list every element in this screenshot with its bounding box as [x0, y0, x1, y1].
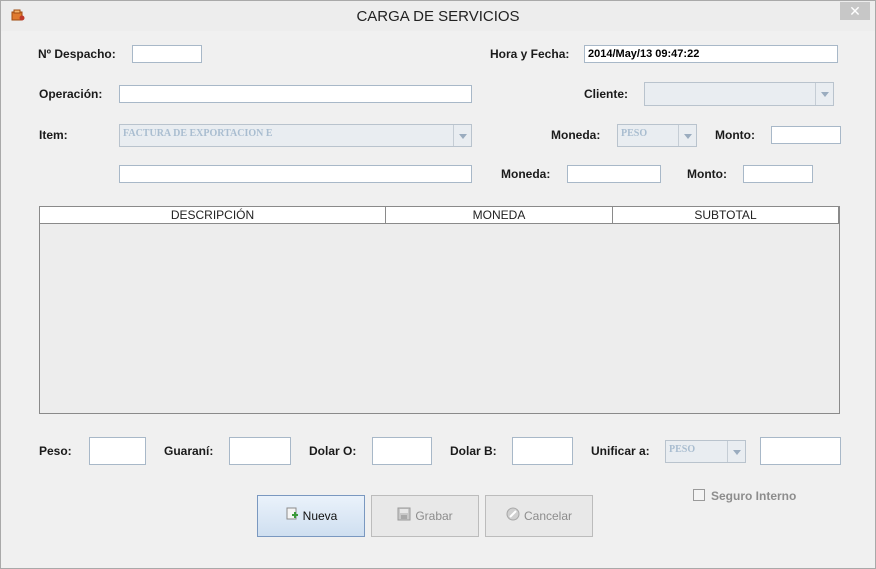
column-header-moneda[interactable]: MONEDA [386, 207, 613, 223]
moneda1-label: Moneda: [551, 128, 601, 142]
chevron-down-icon[interactable] [815, 83, 833, 105]
cliente-combo[interactable] [644, 82, 834, 106]
operacion-input[interactable] [119, 85, 472, 103]
monto2-input[interactable] [743, 165, 813, 183]
guarani-label: Guaraní: [164, 444, 214, 458]
item-combo[interactable]: FACTURA DE EXPORTACION E [119, 124, 472, 147]
unificar-label: Unificar a: [591, 444, 650, 458]
unificar-amount-input[interactable] [760, 437, 841, 465]
dolar-o-input[interactable] [372, 437, 432, 465]
column-header-subtotal[interactable]: SUBTOTAL [613, 207, 839, 223]
cliente-label: Cliente: [584, 87, 629, 101]
operacion-label: Operación: [39, 87, 103, 101]
unificar-combo-value: PESO [669, 444, 696, 455]
column-header-descripcion[interactable]: DESCRIPCIÓN [40, 207, 386, 223]
despacho-input[interactable] [132, 45, 202, 63]
dolar-o-label: Dolar O: [309, 444, 357, 458]
monto1-label: Monto: [715, 128, 755, 142]
dolar-b-input[interactable] [512, 437, 573, 465]
item-combo-value: FACTURA DE EXPORTACION E [123, 128, 273, 139]
servicios-table[interactable]: DESCRIPCIÓN MONEDA SUBTOTAL [39, 206, 840, 414]
moneda1-combo-value: PESO [621, 128, 648, 139]
grabar-label: Grabar [415, 509, 453, 523]
item-label: Item: [39, 128, 68, 142]
title-bar: CARGA DE SERVICIOS ✕ [1, 1, 875, 31]
extra-input[interactable] [119, 165, 472, 183]
guarani-input[interactable] [229, 437, 291, 465]
add-document-icon [285, 497, 299, 537]
window-title: CARGA DE SERVICIOS [356, 8, 520, 25]
peso-label: Peso: [39, 444, 72, 458]
close-button[interactable]: ✕ [840, 2, 870, 20]
nueva-button[interactable]: Nueva [257, 495, 365, 537]
grabar-button[interactable]: Grabar [371, 495, 479, 537]
save-icon [397, 497, 411, 537]
cancel-icon [506, 497, 520, 537]
seguro-interno-label: Seguro Interno [711, 489, 797, 503]
table-header: DESCRIPCIÓN MONEDA SUBTOTAL [40, 207, 839, 224]
chevron-down-icon[interactable] [678, 125, 696, 146]
chevron-down-icon[interactable] [453, 125, 471, 146]
moneda2-input[interactable] [567, 165, 661, 183]
nueva-label: Nueva [302, 509, 338, 523]
chevron-down-icon[interactable] [727, 441, 745, 462]
hora-fecha-label: Hora y Fecha: [490, 47, 570, 61]
dolar-b-label: Dolar B: [450, 444, 497, 458]
moneda1-combo[interactable]: PESO [617, 124, 697, 147]
despacho-label: Nº Despacho: [38, 47, 116, 61]
hora-fecha-input[interactable]: 2014/May/13 09:47:22 [584, 45, 838, 63]
monto1-input[interactable] [771, 126, 841, 144]
moneda2-label: Moneda: [501, 167, 551, 181]
cancelar-label: Cancelar [523, 509, 573, 523]
peso-input[interactable] [89, 437, 146, 465]
cancelar-button[interactable]: Cancelar [485, 495, 593, 537]
seguro-interno-checkbox[interactable] [693, 489, 705, 501]
unificar-combo[interactable]: PESO [665, 440, 746, 463]
monto2-label: Monto: [687, 167, 727, 181]
